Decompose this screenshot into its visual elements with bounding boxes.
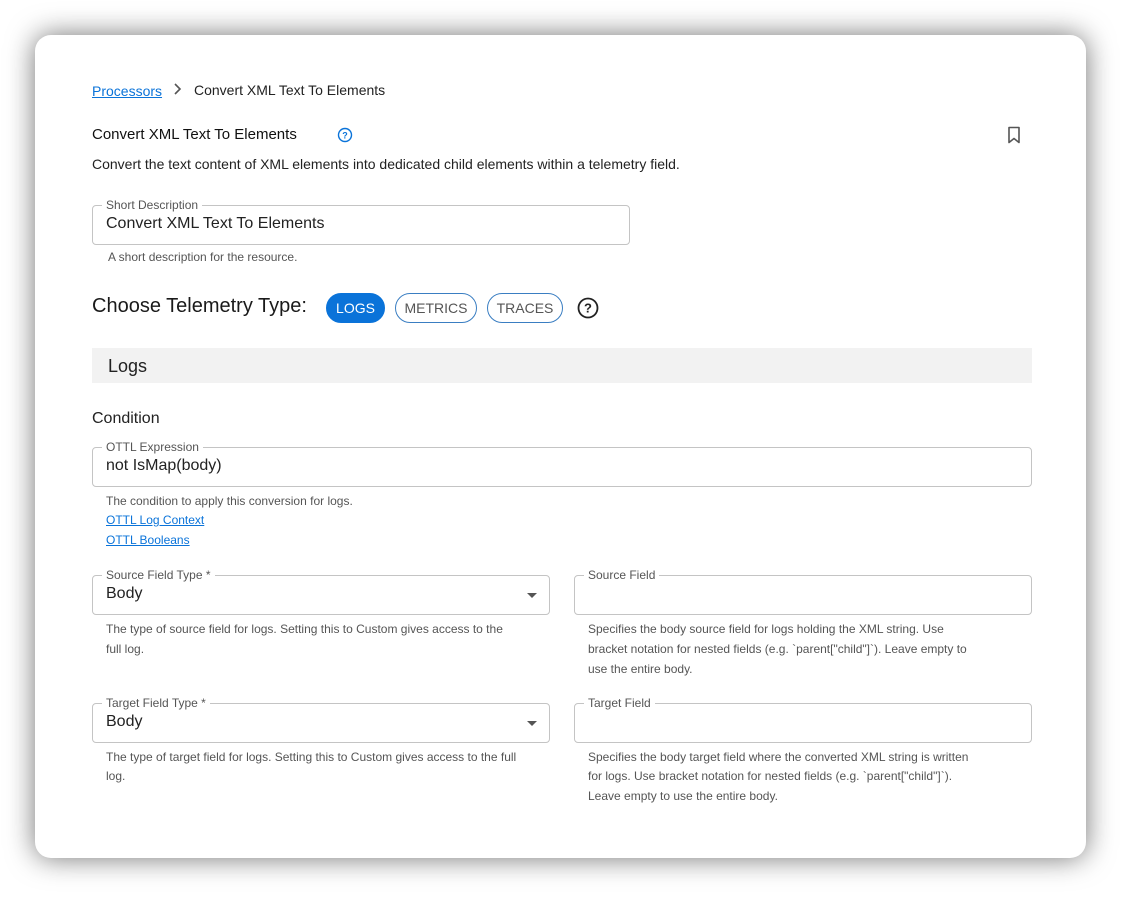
source-field-type-label: Source Field Type * [102,568,215,582]
condition-title: Condition [92,410,160,427]
help-circle-icon[interactable]: ? [337,127,353,143]
source-field-label: Source Field [584,568,660,582]
telemetry-type-label: Choose Telemetry Type: [92,295,307,317]
source-field-helper: Specifies the body source field for logs… [588,622,944,636]
dropdown-arrow-icon[interactable] [527,593,537,598]
svg-text:?: ? [584,301,592,316]
target-field-label: Target Field [584,696,655,710]
processor-card: Processors Convert XML Text To Elements … [35,35,1086,858]
target-field-helper: Specifies the body target field where th… [588,750,969,764]
target-field-helper: for logs. Use bracket notation for neste… [588,769,953,783]
target-field-type-helper: log. [106,769,126,783]
telemetry-chip-metrics[interactable]: METRICS [395,293,477,323]
logs-section-header: Logs [92,348,1032,383]
target-field-type-helper: The type of target field for logs. Setti… [106,750,517,764]
svg-text:?: ? [342,131,348,141]
ottl-expression-label: OTTL Expression [102,440,203,454]
target-field-input[interactable]: Target Field [574,696,1032,743]
short-description-input[interactable]: Short Description Convert XML Text To El… [92,198,630,245]
target-field-type-value: Body [106,713,143,730]
source-field-type-helper: full log. [106,642,145,656]
dropdown-arrow-icon[interactable] [527,721,537,726]
source-field-type-select[interactable]: Source Field Type * Body [92,568,550,615]
ottl-log-context-link[interactable]: OTTL Log Context [106,513,204,527]
telemetry-chip-traces[interactable]: TRACES [487,293,563,323]
target-field-type-label: Target Field Type * [102,696,210,710]
target-field-helper: Leave empty to use the entire body. [588,789,778,803]
telemetry-chip-logs[interactable]: LOGS [326,293,385,323]
logs-section-title: Logs [108,356,148,376]
short-description-value: Convert XML Text To Elements [106,215,325,232]
ottl-expression-helper: The condition to apply this conversion f… [106,494,353,508]
source-field-helper: use the entire body. [588,662,693,676]
page-description: Convert the text content of XML elements… [92,156,680,172]
help-circle-icon[interactable]: ? [577,297,599,319]
target-field-type-select[interactable]: Target Field Type * Body [92,696,550,743]
ottl-booleans-link[interactable]: OTTL Booleans [106,533,190,547]
ottl-expression-value: not IsMap(body) [106,457,222,474]
page-title: Convert XML Text To Elements [92,126,297,143]
short-description-label: Short Description [102,198,203,212]
bookmark-icon[interactable] [1004,125,1024,145]
source-field-type-helper: The type of source field for logs. Setti… [106,622,503,636]
source-field-input[interactable]: Source Field [574,568,1032,615]
chevron-right-icon [174,83,182,95]
source-field-type-value: Body [106,585,143,602]
source-field-helper: bracket notation for nested fields (e.g.… [588,642,967,656]
short-description-helper: A short description for the resource. [108,250,298,264]
ottl-expression-input[interactable]: OTTL Expression not IsMap(body) [92,440,1032,487]
breadcrumb-current: Convert XML Text To Elements [194,82,386,98]
breadcrumb-processors-link[interactable]: Processors [92,83,162,99]
